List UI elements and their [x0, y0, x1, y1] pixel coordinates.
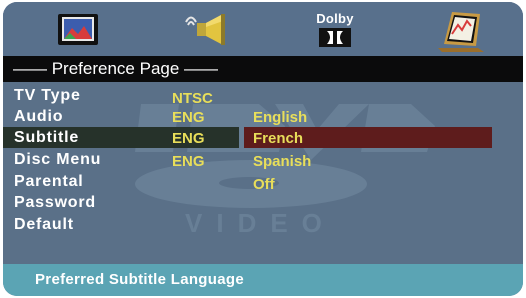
preference-setup-icon[interactable]	[436, 8, 486, 52]
menu-item-default[interactable]: Default	[14, 214, 74, 235]
disc-menu-value: ENG	[172, 153, 205, 170]
osd-screen: Dolby —— Preference Page —— VIDEO TV Typ…	[3, 2, 523, 296]
option-english[interactable]: English	[253, 107, 307, 128]
audio-setup-icon[interactable]	[183, 8, 233, 52]
setup-toolbar: Dolby	[3, 2, 523, 56]
menu-item-subtitle[interactable]: Subtitle	[14, 127, 79, 148]
option-spanish[interactable]: Spanish	[253, 151, 311, 172]
page-title-bar: —— Preference Page ——	[3, 56, 523, 82]
page-title: —— Preference Page ——	[13, 59, 219, 78]
subtitle-value: ENG	[172, 130, 205, 147]
option-off[interactable]: Off	[253, 174, 275, 195]
option-french[interactable]: French	[253, 128, 303, 149]
status-bar: Preferred Subtitle Language	[3, 264, 523, 296]
menu-panel: VIDEO TV Type Audio Subtitle Disc Menu P…	[3, 82, 523, 264]
watermark-text: VIDEO	[185, 208, 336, 238]
menu-item-parental[interactable]: Parental	[14, 171, 84, 192]
tv-type-value: NTSC	[172, 90, 213, 107]
audio-value: ENG	[172, 109, 205, 126]
menu-item-disc-menu[interactable]: Disc Menu	[14, 149, 101, 170]
general-setup-icon[interactable]	[53, 8, 103, 52]
status-hint-text: Preferred Subtitle Language	[35, 271, 244, 288]
menu-item-audio[interactable]: Audio	[14, 106, 63, 127]
menu-item-tv-type[interactable]: TV Type	[14, 85, 81, 106]
dolby-setup-icon[interactable]: Dolby	[310, 8, 360, 52]
menu-item-password[interactable]: Password	[14, 192, 96, 213]
